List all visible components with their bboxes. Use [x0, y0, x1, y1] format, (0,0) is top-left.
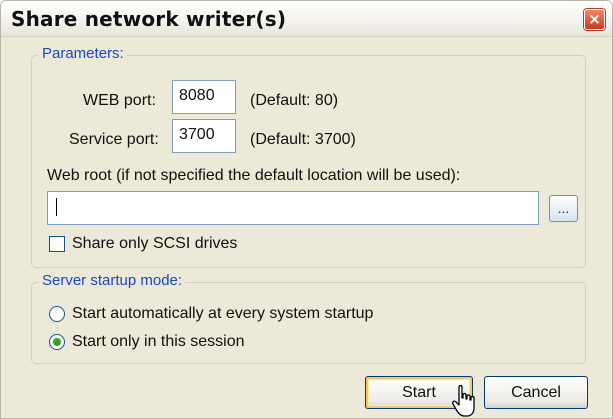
scsi-only-label: Share only SCSI drives [72, 235, 238, 252]
web-port-label: WEB port: [83, 92, 156, 109]
web-port-value: 8080 [179, 87, 215, 104]
radio-auto-start-label: Start automatically at every system star… [72, 305, 374, 322]
startup-mode-legend: Server startup mode: [39, 272, 186, 289]
web-port-default-hint: (Default: 80) [250, 92, 339, 109]
parameters-legend: Parameters: [39, 45, 127, 62]
cancel-button[interactable]: Cancel [484, 376, 588, 409]
mouse-pointer-icon [452, 384, 475, 417]
service-port-value: 3700 [179, 126, 215, 143]
title-bar[interactable]: Share network writer(s) × [1, 1, 612, 37]
cancel-button-label: Cancel [511, 384, 561, 401]
start-button-label: Start [402, 384, 436, 401]
close-button[interactable]: × [584, 9, 605, 30]
browse-button[interactable]: ... [549, 195, 578, 222]
startup-mode-group [31, 282, 586, 364]
dialog-title: Share network writer(s) [11, 7, 287, 31]
dialog-window: Share network writer(s) × Parameters: WE… [0, 0, 613, 419]
service-port-label: Service port: [69, 131, 159, 148]
service-port-default-hint: (Default: 3700) [250, 131, 356, 148]
text-caret [56, 198, 57, 216]
radio-session-only[interactable] [49, 334, 65, 350]
web-port-input[interactable]: 8080 [172, 80, 236, 114]
web-root-label: Web root (if not specified the default l… [47, 167, 461, 184]
radio-auto-start[interactable] [49, 306, 65, 322]
scsi-only-checkbox[interactable] [49, 236, 65, 252]
browse-button-label: ... [557, 200, 570, 216]
web-root-input[interactable] [47, 191, 539, 225]
close-icon: × [588, 10, 601, 28]
radio-session-only-label: Start only in this session [72, 333, 245, 350]
service-port-input[interactable]: 3700 [172, 119, 236, 153]
